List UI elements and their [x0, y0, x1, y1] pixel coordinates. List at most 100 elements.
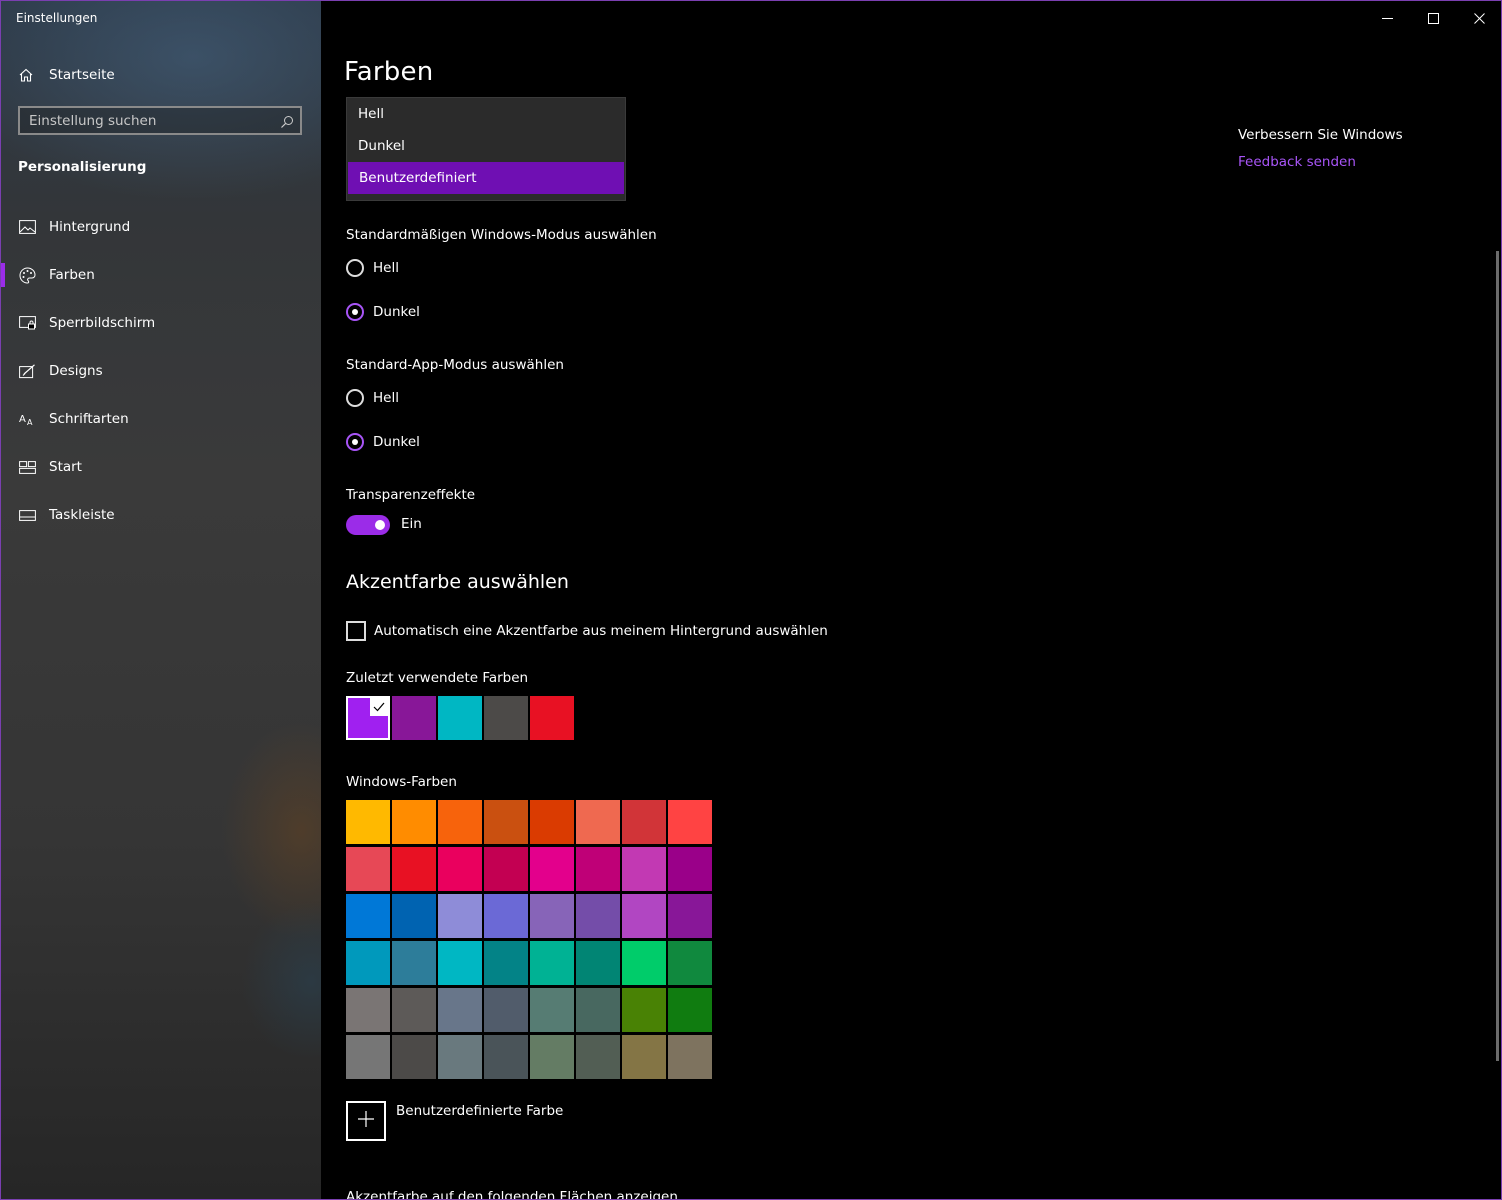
- sidebar-item-start[interactable]: Start: [1, 443, 321, 491]
- recent-color-swatch[interactable]: [530, 696, 574, 740]
- windows-color-swatch[interactable]: [668, 988, 712, 1032]
- windows-color-swatch[interactable]: [484, 1035, 528, 1079]
- scrollbar[interactable]: [1496, 251, 1499, 1061]
- windows-mode-radio-dunkel[interactable]: Dunkel: [346, 301, 420, 323]
- radio-circle[interactable]: [346, 259, 364, 277]
- windows-color-swatch[interactable]: [576, 894, 620, 938]
- windows-color-swatch[interactable]: [346, 847, 390, 891]
- sidebar-item-sperrbildschirm[interactable]: Sperrbildschirm: [1, 299, 321, 347]
- windows-color-swatch[interactable]: [484, 941, 528, 985]
- windows-color-swatch[interactable]: [346, 1035, 390, 1079]
- windows-color-swatch[interactable]: [438, 800, 482, 844]
- windows-color-swatch[interactable]: [576, 1035, 620, 1079]
- radio-circle-selected[interactable]: [346, 433, 364, 451]
- windows-color-swatch[interactable]: [668, 894, 712, 938]
- palette-icon: [18, 266, 36, 284]
- minimize-button[interactable]: [1364, 1, 1410, 35]
- windows-color-swatch[interactable]: [576, 941, 620, 985]
- windows-color-swatch[interactable]: [392, 988, 436, 1032]
- radio-circle-selected[interactable]: [346, 303, 364, 321]
- recent-color-swatch[interactable]: [438, 696, 482, 740]
- home-icon: [17, 66, 35, 84]
- windows-color-swatch[interactable]: [622, 800, 666, 844]
- recent-color-swatch[interactable]: [484, 696, 528, 740]
- custom-color-button[interactable]: [346, 1101, 386, 1141]
- search-icon[interactable]: [280, 114, 294, 128]
- sidebar-item-label: Farben: [49, 267, 95, 283]
- windows-color-swatch[interactable]: [668, 941, 712, 985]
- sidebar: Einstellungen Startseite Personalisierun…: [1, 1, 321, 1199]
- windows-color-swatch[interactable]: [622, 847, 666, 891]
- windows-colors-grid: [346, 800, 714, 1082]
- maximize-icon: [1427, 9, 1439, 28]
- transparency-toggle[interactable]: [346, 515, 390, 535]
- windows-mode-radio-hell[interactable]: Hell: [346, 257, 399, 279]
- accent-surfaces-label: Akzentfarbe auf den folgenden Flächen an…: [346, 1189, 678, 1200]
- windows-color-swatch[interactable]: [530, 894, 574, 938]
- windows-color-swatch[interactable]: [392, 941, 436, 985]
- windows-color-swatch[interactable]: [576, 800, 620, 844]
- sidebar-item-farben[interactable]: Farben: [1, 251, 321, 299]
- improve-windows-title: Verbessern Sie Windows: [1238, 127, 1403, 143]
- windows-color-swatch[interactable]: [346, 988, 390, 1032]
- custom-color-label[interactable]: Benutzerdefinierte Farbe: [396, 1103, 563, 1119]
- windows-color-swatch[interactable]: [622, 894, 666, 938]
- windows-color-swatch[interactable]: [622, 941, 666, 985]
- windows-color-swatch[interactable]: [622, 988, 666, 1032]
- app-mode-radio-dunkel[interactable]: Dunkel: [346, 431, 420, 453]
- windows-color-swatch[interactable]: [668, 847, 712, 891]
- windows-color-swatch[interactable]: [668, 1035, 712, 1079]
- windows-color-swatch[interactable]: [530, 1035, 574, 1079]
- recent-color-swatch[interactable]: [392, 696, 436, 740]
- windows-color-swatch[interactable]: [484, 894, 528, 938]
- windows-color-swatch[interactable]: [438, 847, 482, 891]
- windows-color-swatch[interactable]: [438, 941, 482, 985]
- feedback-link[interactable]: Feedback senden: [1238, 154, 1356, 170]
- dropdown-option-hell[interactable]: Hell: [347, 98, 625, 130]
- windows-color-swatch[interactable]: [438, 894, 482, 938]
- windows-color-swatch[interactable]: [530, 847, 574, 891]
- maximize-button[interactable]: [1410, 1, 1456, 35]
- windows-color-swatch[interactable]: [622, 1035, 666, 1079]
- windows-color-swatch[interactable]: [668, 800, 712, 844]
- minimize-icon: [1381, 9, 1393, 28]
- windows-color-swatch[interactable]: [484, 988, 528, 1032]
- dropdown-option-dunkel[interactable]: Dunkel: [347, 130, 625, 162]
- app-mode-radio-hell[interactable]: Hell: [346, 387, 399, 409]
- sidebar-nav: Hintergrund Farben Sperrbildschirm Desig…: [1, 203, 321, 539]
- windows-color-swatch[interactable]: [438, 988, 482, 1032]
- windows-color-swatch[interactable]: [392, 847, 436, 891]
- windows-color-swatch[interactable]: [346, 894, 390, 938]
- sidebar-item-schriftarten[interactable]: AA Schriftarten: [1, 395, 321, 443]
- windows-color-swatch[interactable]: [484, 847, 528, 891]
- windows-color-swatch[interactable]: [346, 941, 390, 985]
- windows-color-swatch[interactable]: [530, 941, 574, 985]
- windows-color-swatch[interactable]: [530, 800, 574, 844]
- app-title: Einstellungen: [16, 11, 98, 25]
- home-button[interactable]: Startseite: [17, 63, 115, 87]
- sidebar-item-hintergrund[interactable]: Hintergrund: [1, 203, 321, 251]
- close-button[interactable]: [1456, 1, 1501, 35]
- color-mode-dropdown[interactable]: Hell Dunkel Benutzerdefiniert: [346, 97, 626, 201]
- taskbar-icon: [18, 506, 36, 524]
- search-box[interactable]: [18, 106, 302, 135]
- windows-color-swatch[interactable]: [392, 894, 436, 938]
- windows-color-swatch[interactable]: [484, 800, 528, 844]
- fonts-icon: AA: [18, 410, 36, 428]
- sidebar-item-taskleiste[interactable]: Taskleiste: [1, 491, 321, 539]
- checkbox-box[interactable]: [346, 621, 366, 641]
- auto-accent-checkbox[interactable]: Automatisch eine Akzentfarbe aus meinem …: [346, 621, 828, 641]
- sidebar-item-designs[interactable]: Designs: [1, 347, 321, 395]
- radio-circle[interactable]: [346, 389, 364, 407]
- checkbox-label: Automatisch eine Akzentfarbe aus meinem …: [374, 623, 828, 639]
- windows-color-swatch[interactable]: [392, 800, 436, 844]
- dropdown-option-benutzerdefiniert[interactable]: Benutzerdefiniert: [348, 162, 624, 194]
- recent-color-swatch[interactable]: [346, 696, 390, 740]
- windows-color-swatch[interactable]: [576, 847, 620, 891]
- windows-color-swatch[interactable]: [438, 1035, 482, 1079]
- search-input[interactable]: [29, 112, 269, 130]
- windows-color-swatch[interactable]: [392, 1035, 436, 1079]
- windows-color-swatch[interactable]: [576, 988, 620, 1032]
- windows-color-swatch[interactable]: [346, 800, 390, 844]
- windows-color-swatch[interactable]: [530, 988, 574, 1032]
